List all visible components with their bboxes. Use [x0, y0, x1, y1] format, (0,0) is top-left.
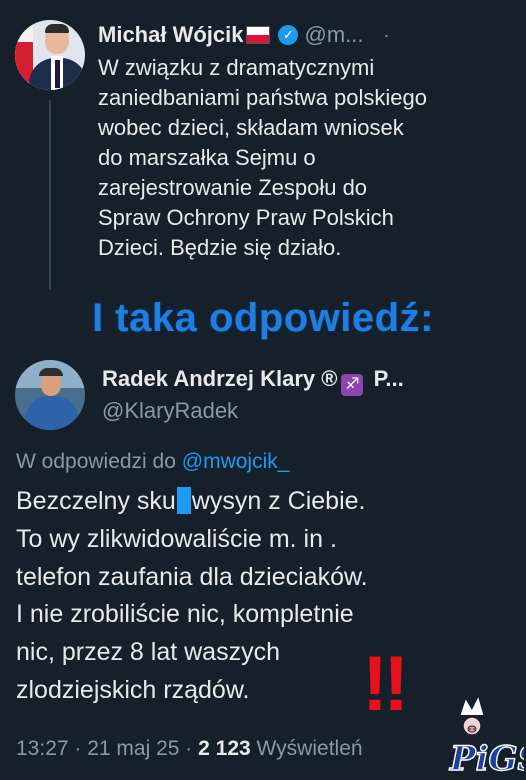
avatar[interactable]	[15, 360, 85, 430]
reply-line-part: wysyn z Ciebie.	[191, 487, 366, 515]
meta-separator: ·	[179, 737, 199, 760]
pigs-watermark-logo: PiGS	[448, 697, 524, 778]
original-tweet: Michał Wójcik ✓ @m... · W związku z dram…	[0, 0, 526, 300]
reply-line: To wy zlikwidowaliście m. in .	[16, 524, 337, 553]
watermark-text: PiGS	[449, 739, 524, 778]
reply-line: Bezczelny sku wysyn z Ciebie.	[16, 483, 506, 521]
user-handle[interactable]: @KlaryRadek	[102, 398, 238, 424]
reply-line: zlodziejskich rządów.	[16, 675, 250, 704]
banner-caption: I taka odpowiedź:	[92, 296, 434, 340]
tweet-date[interactable]: 21 maj 25	[87, 737, 179, 760]
thread-line	[49, 100, 51, 290]
display-name-text: Radek Andrzej Klary ®	[102, 366, 338, 391]
text-cursor-highlight	[176, 487, 191, 514]
meta-separator: ·	[68, 737, 88, 760]
tweet-header: Michał Wójcik ✓ @m... ·	[98, 18, 389, 52]
avatar[interactable]	[15, 20, 85, 90]
views-label: Wyświetleń	[256, 737, 363, 760]
display-name[interactable]: Michał Wójcik	[98, 22, 243, 48]
reply-prefix: W odpowiedzi do	[16, 450, 182, 473]
reply-line: I nie zrobiliście nic, kompletnie	[16, 600, 354, 629]
reply-line: telefon zaufania dla dzieciaków.	[16, 562, 368, 591]
reply-context: W odpowiedzi do @mwojcik_	[16, 450, 289, 474]
tweet-meta: 13:27 · 21 maj 25 · 2 123 Wyświetleń	[16, 737, 363, 761]
display-name[interactable]: Radek Andrzej Klary ® ♐ P...	[102, 366, 404, 396]
reply-line: nic, przez 8 lat waszych	[16, 638, 280, 667]
reply-line-part: Bezczelny sku	[16, 487, 176, 515]
poland-flag-icon	[246, 26, 271, 44]
verified-badge-icon: ✓	[278, 25, 299, 45]
display-name-truncated: P...	[367, 366, 404, 391]
reply-text: Bezczelny sku wysyn z Ciebie. To wy zlikw…	[16, 483, 506, 710]
tweet-text: W związku z dramatycznymi zaniedbaniami …	[98, 55, 427, 260]
double-exclamation-icon: ‼	[362, 639, 409, 727]
tweet-time[interactable]: 13:27	[16, 737, 69, 760]
more-options-icon[interactable]: ·	[383, 25, 389, 46]
sagittarius-icon: ♐	[341, 374, 364, 396]
views-count: 2 123	[198, 737, 251, 760]
reply-mention-link[interactable]: @mwojcik_	[182, 450, 290, 473]
user-handle[interactable]: @m...	[304, 22, 363, 48]
